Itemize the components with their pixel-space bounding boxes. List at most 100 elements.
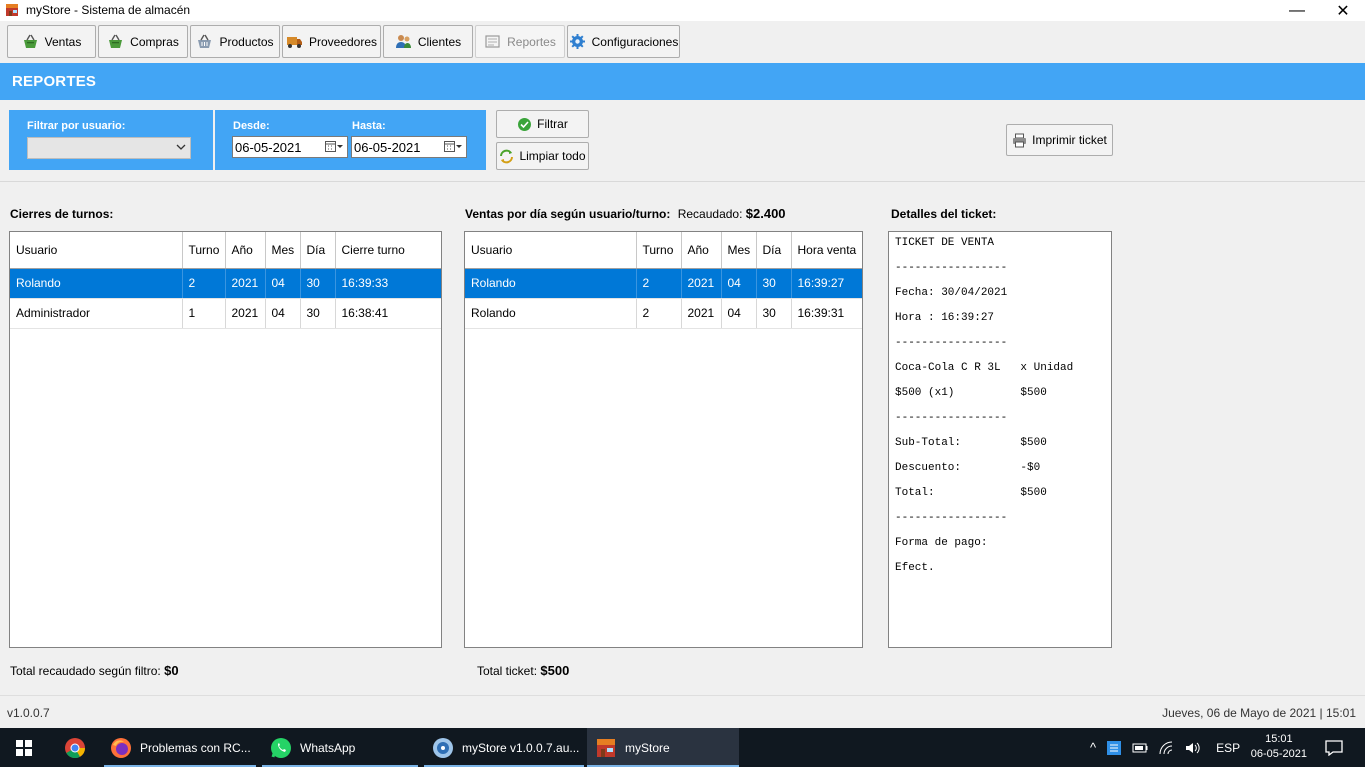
table-cell: Administrador [10,298,183,329]
users-icon [395,35,411,48]
chevron-up-icon[interactable]: ^ [1090,740,1096,755]
page-title: REPORTES [12,73,97,90]
close-button[interactable]: ✕ [1320,0,1365,21]
volume-icon[interactable] [1184,740,1200,756]
whatsapp-icon [271,737,291,758]
table-cell: 1 [182,298,226,329]
column-header[interactable]: Cierre turno [335,232,441,269]
table-cell: 04 [721,268,757,299]
productos-label: Productos [219,34,274,49]
table-cell: 30 [756,268,792,299]
column-header[interactable]: Turno [636,232,682,269]
column-header[interactable]: Hora venta [791,232,862,269]
table-cell: 30 [300,268,336,299]
ticket-line: Coca-Cola C R 3L x Unidad [895,362,1074,374]
app-tray-icon[interactable] [1106,740,1122,756]
print-ticket-label: Imprimir ticket [1032,133,1107,147]
chevron-down-icon [176,144,186,150]
productos-button[interactable]: Productos [190,25,280,58]
column-header[interactable]: Mes [721,232,757,269]
table-cell: 16:39:31 [791,298,862,329]
configuraciones-button[interactable]: Configuraciones [567,25,680,58]
taskbar-whatsapp-label: WhatsApp [300,740,356,755]
table-row[interactable]: Rolando 2 2021 04 30 16:39:27 [465,268,862,299]
column-header[interactable]: Día [300,232,336,269]
ticket-line: ----------------- [895,512,1008,524]
table-cell: Rolando [465,268,637,299]
ticket-details-text[interactable]: TICKET DE VENTA ----------------- Fecha:… [888,231,1112,648]
calendar-icon[interactable] [325,141,343,153]
ticket-line: Forma de pago: [895,537,988,549]
taskbar-installer[interactable]: myStore v1.0.0.7.au... [424,728,584,767]
table-cell: Rolando [10,268,183,299]
column-header[interactable]: Turno [182,232,226,269]
taskbar-mystore[interactable]: myStore [587,728,739,767]
column-header[interactable]: Año [681,232,722,269]
sales-label: Ventas por día según usuario/turno: [465,207,671,221]
proveedores-button[interactable]: Proveedores [282,25,381,58]
notifications-button[interactable] [1323,728,1345,767]
clock-time: 15:01 [1265,733,1293,745]
proveedores-label: Proveedores [308,34,378,49]
language-indicator[interactable]: ESP [1216,741,1240,755]
clientes-button[interactable]: Clientes [383,25,473,58]
column-header[interactable]: Día [756,232,792,269]
clear-all-button[interactable]: Limpiar todo [496,142,589,170]
table-row[interactable]: Rolando 2 2021 04 30 16:39:31 [465,298,862,329]
printer-icon [1013,133,1027,147]
battery-icon[interactable] [1132,740,1148,756]
table-row[interactable]: Administrador 1 2021 04 30 16:38:41 [10,298,441,329]
ticket-total-label: Total ticket: [477,664,538,678]
check-circle-icon [518,117,532,131]
clear-all-button-label: Limpiar todo [519,149,586,163]
reportes-label: Reportes [507,34,556,49]
reportes-button[interactable]: Reportes [475,25,565,58]
filter-button[interactable]: Filtrar [496,110,589,138]
user-filter-select[interactable] [27,137,191,159]
filter-button-label: Filtrar [537,117,568,131]
from-date-value: 06-05-2021 [235,140,302,155]
taskbar-whatsapp[interactable]: WhatsApp [262,728,418,767]
ticket-line: Fecha: 30/04/2021 [895,287,1008,299]
start-button[interactable] [0,728,48,767]
taskbar-firefox[interactable]: Problemas con RC... [104,728,256,767]
table-cell: 04 [721,298,757,329]
taskbar-firefox-label: Problemas con RC... [140,740,251,755]
title-bar: myStore - Sistema de almacén — ✕ [0,0,1365,21]
ventas-button[interactable]: Ventas [7,25,96,58]
taskbar-installer-label: myStore v1.0.0.7.au... [462,740,580,755]
calendar-icon[interactable] [444,141,462,153]
minimize-button[interactable]: — [1274,0,1320,21]
column-header[interactable]: Usuario [465,232,637,269]
refresh-icon [500,149,514,163]
column-header[interactable]: Mes [265,232,301,269]
print-ticket-button[interactable]: Imprimir ticket [1006,124,1113,156]
sales-header-row: Usuario Turno Año Mes Día Hora venta [465,232,862,269]
table-cell: 30 [300,298,336,329]
store-icon [597,738,615,757]
table-cell: 16:39:27 [791,268,862,299]
section-header: REPORTES [0,63,1365,100]
taskbar-clock[interactable]: 15:01 06-05-2021 [1251,732,1307,762]
sales-table[interactable]: Usuario Turno Año Mes Día Hora venta Rol… [464,231,863,648]
column-header[interactable]: Año [225,232,266,269]
sales-header: Ventas por día según usuario/turno: Reca… [465,206,786,221]
user-filter-box: Filtrar por usuario: [9,110,213,170]
column-header[interactable]: Usuario [10,232,183,269]
to-date-value: 06-05-2021 [354,140,421,155]
ticket-line: Sub-Total: $500 [895,437,1047,449]
from-date-picker[interactable]: 06-05-2021 [232,136,348,158]
status-bar: v1.0.0.7 Jueves, 06 de Mayo de 2021 | 15… [0,695,1365,728]
collected-label: Recaudado: [677,207,743,221]
shifts-table[interactable]: Usuario Turno Año Mes Día Cierre turno R… [9,231,442,648]
shifts-total-value: $0 [164,663,179,678]
compras-button[interactable]: Compras [98,25,188,58]
table-cell: 2 [182,268,226,299]
from-date-label: Desde: [233,120,270,132]
to-date-picker[interactable]: 06-05-2021 [351,136,467,158]
table-row[interactable]: Rolando 2 2021 04 30 16:39:33 [10,268,441,299]
taskbar-chrome[interactable] [52,728,98,767]
basket-outline-icon [198,34,212,48]
table-cell: 04 [265,298,301,329]
wifi-icon[interactable] [1158,740,1174,756]
